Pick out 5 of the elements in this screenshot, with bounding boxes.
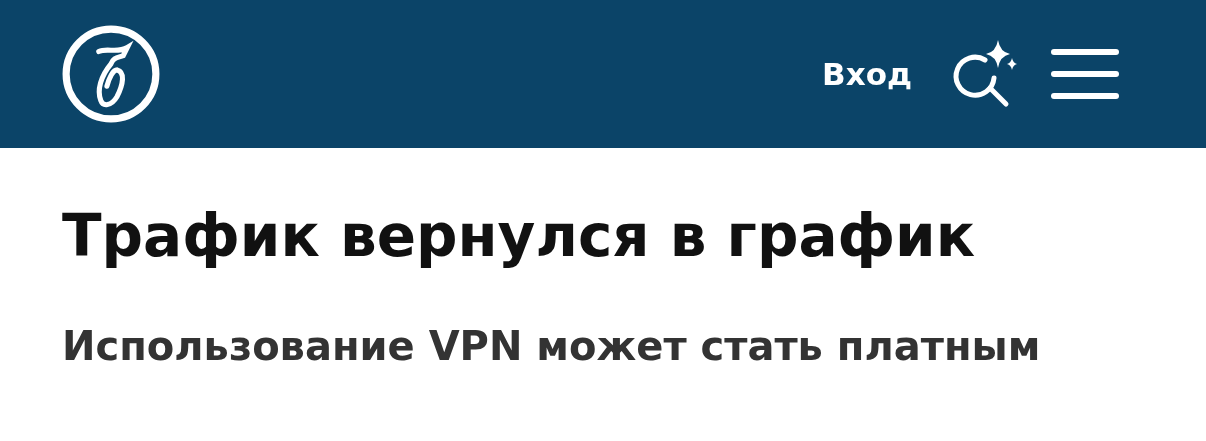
login-link[interactable]: Вход: [822, 56, 912, 92]
article-subtitle: Использование VPN может стать платным: [62, 321, 1042, 370]
article-title: Трафик вернулся в график: [62, 202, 977, 272]
menu-icon[interactable]: [1050, 46, 1120, 102]
logo-icon[interactable]: [60, 23, 162, 125]
